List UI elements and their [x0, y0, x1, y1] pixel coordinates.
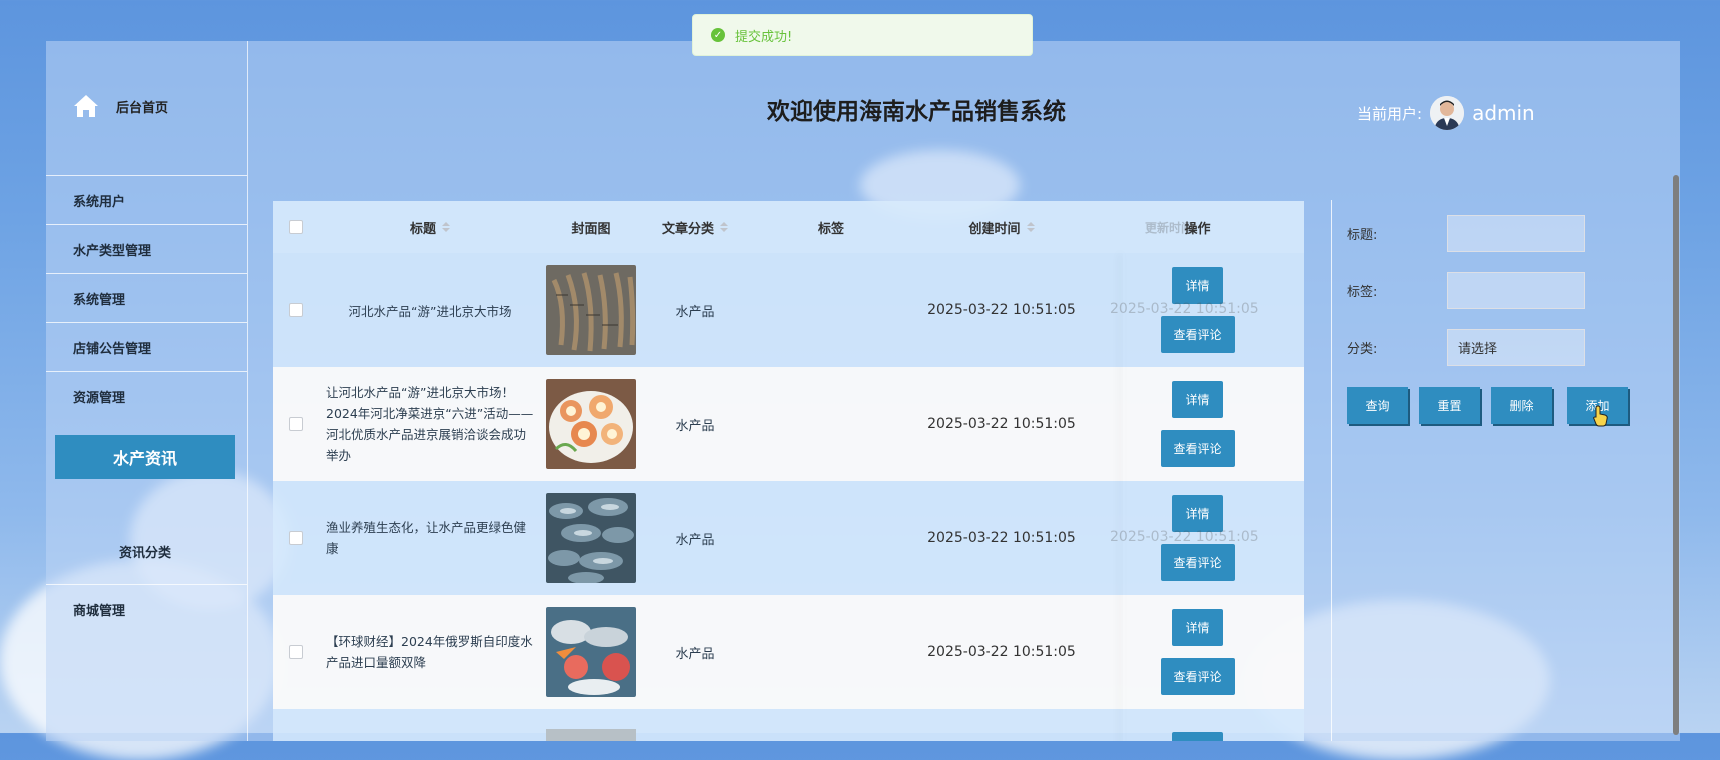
row-updated-hidden: 2025-03-22 10:51:05: [1110, 529, 1259, 545]
cover-image-fish[interactable]: [546, 493, 636, 583]
check-circle-icon: ✓: [711, 28, 725, 42]
row-cover: [542, 729, 640, 741]
filter-tag-row: 标签:: [1347, 272, 1585, 309]
sidebar-item-store-notices[interactable]: 店铺公告管理: [46, 322, 247, 371]
row-created: 2025-03-22 10:51:05: [927, 530, 1076, 546]
view-comments-button[interactable]: 查看评论: [1160, 316, 1235, 353]
row-created: 2025-03-22 10:51:05: [927, 302, 1076, 318]
cover-image-shrimp[interactable]: [546, 265, 636, 355]
table-row: 渔业养殖生态化，让水产品更绿色健康 水产品 2025-03-22 10:51:0…: [273, 481, 1304, 595]
sort-icon[interactable]: [442, 222, 450, 232]
sort-icon[interactable]: [720, 222, 728, 232]
row-cover: [542, 607, 640, 697]
success-toast: ✓ 提交成功!: [692, 14, 1033, 56]
row-category: 水产品: [675, 646, 715, 662]
username: admin: [1472, 101, 1535, 125]
page-scrollbar[interactable]: [1673, 175, 1679, 735]
header-updated-hidden: 更新时间: [1145, 221, 1194, 235]
current-user: 当前用户: admin: [1357, 96, 1535, 130]
fixed-column-shadow: [1123, 253, 1125, 741]
sidebar-item-system-users[interactable]: 系统用户: [46, 175, 247, 224]
row-title: 渔业养殖生态化，让水产品更绿色健康: [326, 520, 527, 556]
detail-button[interactable]: 详情: [1172, 609, 1223, 646]
header-created-label: 创建时间: [968, 221, 1021, 237]
row-checkbox[interactable]: [288, 303, 303, 317]
row-cover: [542, 379, 640, 469]
table-row: [273, 709, 1304, 741]
sidebar-item-system-management[interactable]: 系统管理: [46, 273, 247, 322]
header-title[interactable]: 标题: [318, 218, 542, 237]
row-cover: [542, 493, 640, 583]
detail-button[interactable]: 详情: [1172, 267, 1223, 304]
sidebar-subitem-news-category[interactable]: 资讯分类: [55, 531, 235, 571]
row-created: 2025-03-22 10:51:05: [927, 416, 1076, 432]
view-comments-button[interactable]: 查看评论: [1160, 430, 1235, 467]
header-created[interactable]: 创建时间: [912, 218, 1091, 237]
filter-category-row: 分类: 请选择: [1347, 329, 1585, 366]
header-category-label: 文章分类: [661, 221, 714, 237]
header-operations: 操作: [1184, 221, 1211, 237]
filter-title-input[interactable]: [1447, 215, 1585, 252]
sidebar-item-aquatic-types[interactable]: 水产类型管理: [46, 224, 247, 273]
cover-image-seafood-dish[interactable]: [546, 379, 636, 469]
query-button[interactable]: 查询: [1347, 387, 1408, 424]
filter-tag-label: 标签:: [1347, 285, 1378, 300]
table-header: 标题 封面图 文章分类 标签 创建时间 操作 更新时间: [273, 201, 1304, 253]
filter-category-label: 分类:: [1347, 342, 1378, 357]
delete-button[interactable]: 删除: [1491, 387, 1552, 424]
sidebar-item-mall-management[interactable]: 商城管理: [46, 584, 247, 633]
table-row: 河北水产品“游”进北京大市场 水产品 2025-03-22 10:51:05 详…: [273, 253, 1304, 367]
filter-category-select[interactable]: 请选择: [1447, 329, 1585, 366]
table-row: 让河北水产品“游”进北京大市场！2024年河北净菜进京“六进”活动——河北优质水…: [273, 367, 1304, 481]
row-title: 让河北水产品“游”进北京大市场！2024年河北净菜进京“六进”活动——河北优质水…: [326, 385, 534, 463]
filter-tag-input[interactable]: [1447, 272, 1585, 309]
view-comments-button[interactable]: 查看评论: [1160, 658, 1235, 695]
current-user-label: 当前用户:: [1357, 104, 1423, 123]
hand-cursor-icon: [1593, 405, 1608, 427]
row-updated-hidden: 2025-03-22 10:51:05: [1110, 301, 1259, 317]
header-title-label: 标题: [409, 221, 436, 237]
reset-button[interactable]: 重置: [1419, 387, 1480, 424]
header-select-all[interactable]: [273, 220, 318, 234]
cover-image-partial[interactable]: [546, 729, 636, 741]
header-tags: 标签: [817, 221, 844, 237]
row-title: 【环球财经】2024年俄罗斯自印度水产品进口量额双降: [326, 634, 533, 670]
home-label: 后台首页: [116, 100, 169, 116]
avatar[interactable]: [1430, 96, 1465, 130]
home-icon: [74, 95, 98, 117]
select-all-checkbox[interactable]: [288, 220, 303, 234]
news-table: 标题 封面图 文章分类 标签 创建时间 操作 更新时间 河北水产品“游”进北京大…: [273, 201, 1304, 741]
sidebar-home-link[interactable]: 后台首页: [72, 93, 168, 119]
detail-button[interactable]: 详情: [1172, 381, 1223, 418]
cover-image-seafood-market[interactable]: [546, 607, 636, 697]
row-title: 河北水产品“游”进北京大市场: [348, 303, 512, 319]
page-title: 欢迎使用海南水产品销售系统: [767, 99, 1066, 125]
filter-panel: 标题: 标签: 分类: 请选择: [1331, 200, 1662, 741]
filter-title-row: 标题:: [1347, 215, 1585, 252]
detail-button[interactable]: 详情: [1172, 495, 1223, 532]
row-checkbox[interactable]: [288, 417, 303, 431]
row-cover: [542, 265, 640, 355]
sidebar-subitem-aquatic-news[interactable]: 水产资讯: [55, 435, 235, 479]
row-checkbox[interactable]: [288, 645, 303, 659]
header-category[interactable]: 文章分类: [640, 218, 750, 237]
sidebar: 后台首页 系统用户 水产类型管理 系统管理 店铺公告管理 资源管理 水产资讯 资…: [46, 41, 248, 741]
avatar-icon: [1430, 96, 1465, 130]
row-category: 水产品: [675, 304, 715, 320]
row-category: 水产品: [675, 532, 715, 548]
sort-icon[interactable]: [1026, 222, 1035, 232]
row-category: 水产品: [675, 418, 715, 434]
row-created: 2025-03-22 10:51:05: [927, 644, 1076, 660]
view-comments-button[interactable]: 查看评论: [1160, 544, 1235, 581]
sidebar-menu: 系统用户 水产类型管理 系统管理 店铺公告管理 资源管理: [46, 175, 247, 420]
row-checkbox[interactable]: [288, 531, 303, 545]
table-row: 【环球财经】2024年俄罗斯自印度水产品进口量额双降 水产品 2025-03-2…: [273, 595, 1304, 709]
toast-message: 提交成功!: [735, 29, 793, 45]
filter-title-label: 标题:: [1347, 228, 1378, 243]
detail-button-partial[interactable]: [1172, 732, 1223, 741]
header-cover: 封面图: [571, 221, 611, 237]
sidebar-item-resources[interactable]: 资源管理: [46, 371, 247, 420]
